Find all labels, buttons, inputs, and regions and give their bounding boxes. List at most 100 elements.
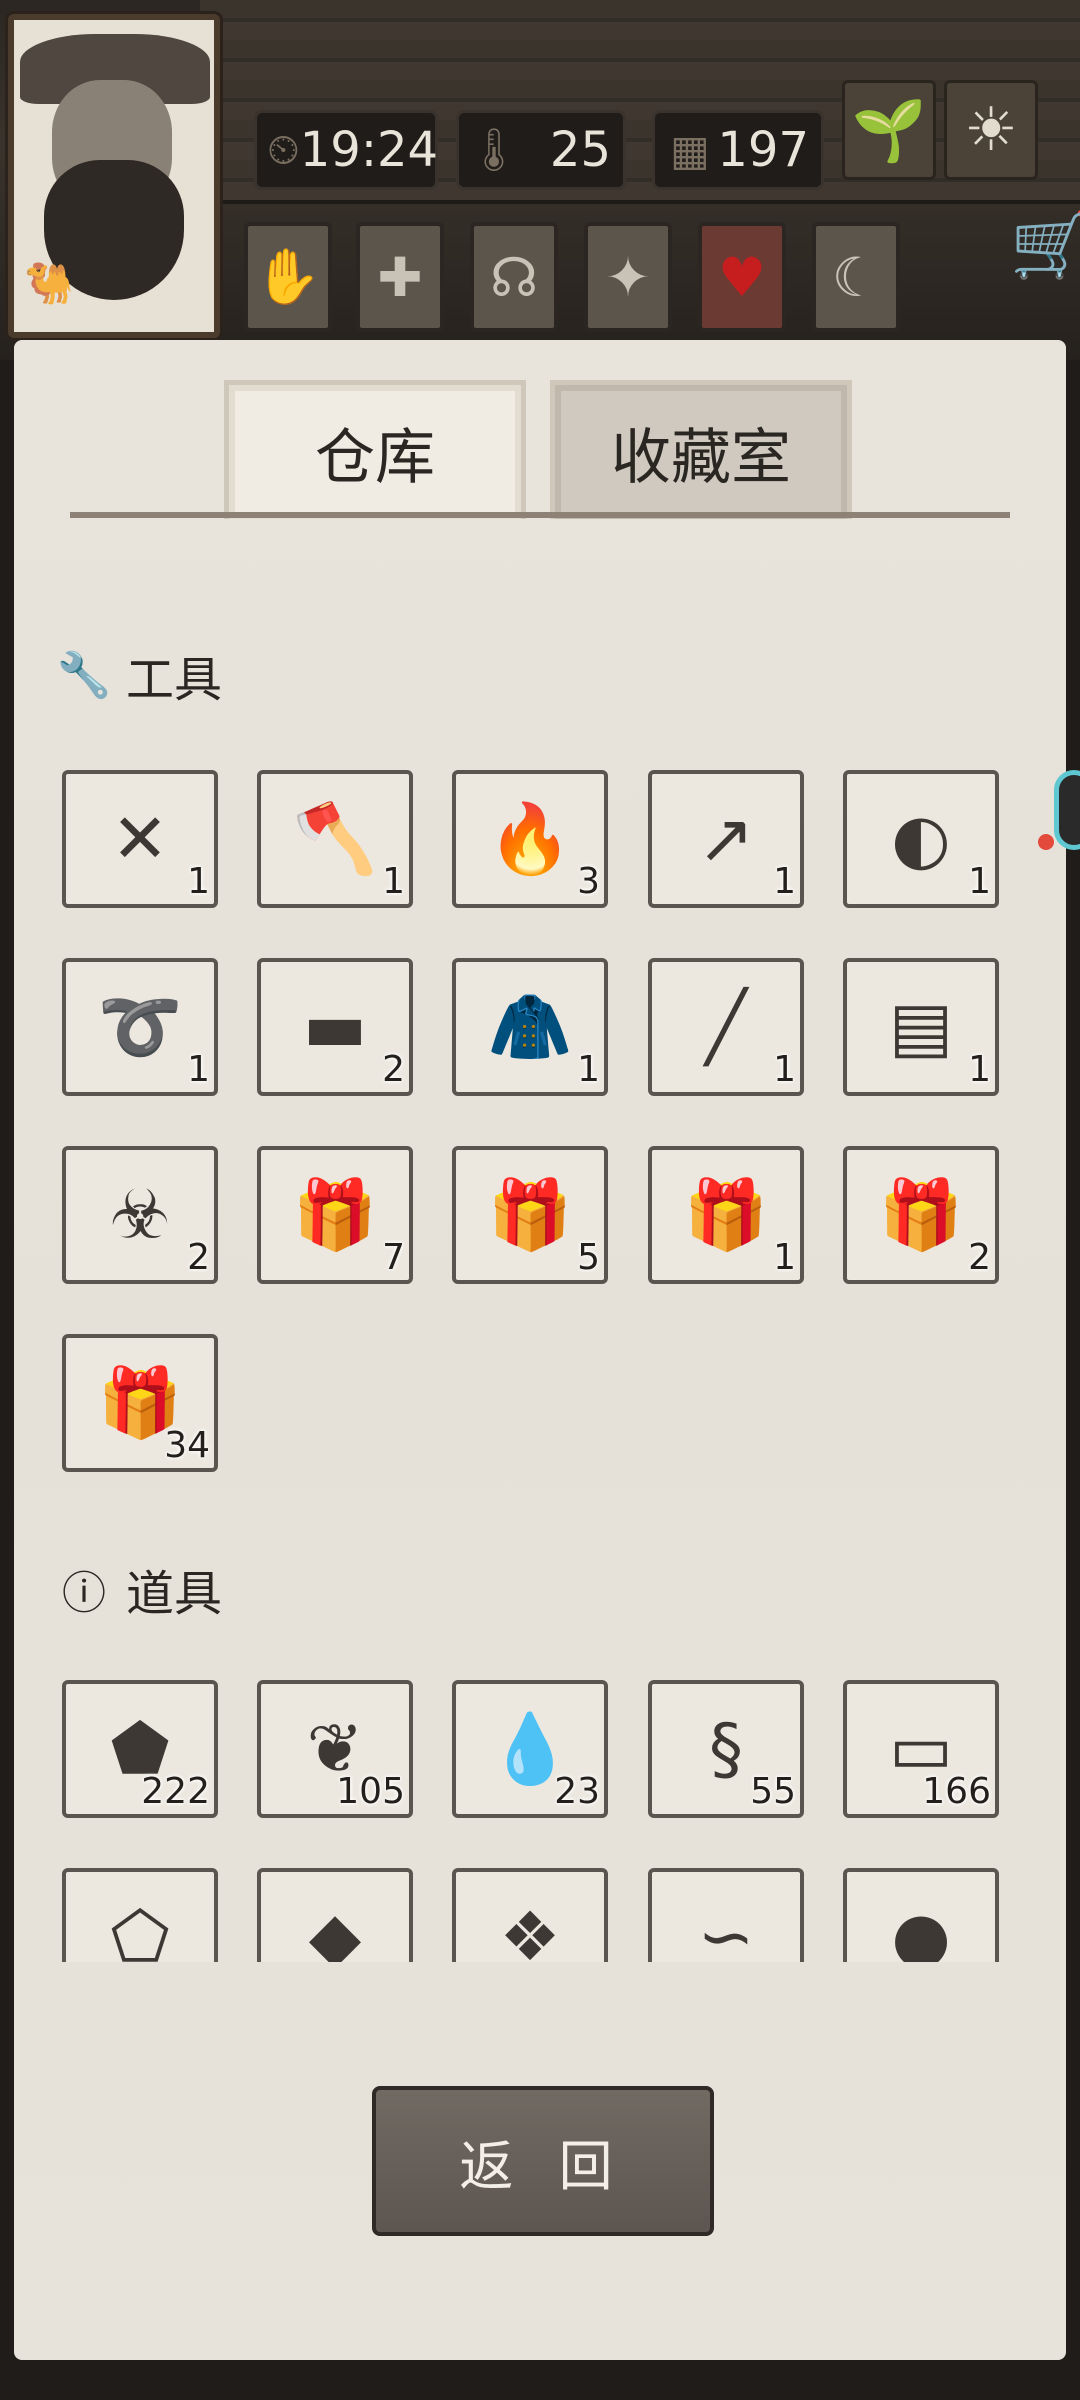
item-slot-fur-coat[interactable]: 🧥 1 <box>452 958 608 1096</box>
hazmat-suit-icon: ☣ <box>109 1175 171 1255</box>
item-count: 2 <box>968 1237 991 1278</box>
item-slot-wood-planks[interactable]: ▭ 166 <box>843 1680 999 1818</box>
item-count: 1 <box>968 861 991 902</box>
time-stat: ⏲ 19:24 <box>254 110 438 190</box>
weather-button[interactable]: ☀ <box>944 80 1038 180</box>
item-count: 7 <box>382 1237 405 1278</box>
item-slot-fur-skirt[interactable]: ▤ 1 <box>843 958 999 1096</box>
character-portrait[interactable]: 🐫 <box>8 14 220 338</box>
props-scroll-area[interactable]: ⬟ 222 ❦ 105 💧 23 § 55 ▭ 166 ⬠ ◆ ❖ ∽ ● <box>0 1660 1080 1962</box>
frying-pan-icon: ◐ <box>891 799 951 879</box>
item-slot-pipe-weapon[interactable]: ╱ 1 <box>648 958 804 1096</box>
flint-icon: ⬠ <box>110 1897 170 1963</box>
category-sleep-button[interactable]: ☾ <box>812 222 900 332</box>
item-count: 34 <box>164 1425 210 1466</box>
thermometer-icon: 🌡 <box>467 125 521 174</box>
item-slot-ore[interactable]: ◆ <box>257 1868 413 1962</box>
medical-giftbox-icon: 🎁 <box>487 1176 573 1255</box>
category-medical-button[interactable]: ✚ <box>356 222 444 332</box>
item-count: 1 <box>773 861 796 902</box>
item-slot-frying-pan[interactable]: ◐ 1 <box>843 770 999 908</box>
ore-icon: ◆ <box>308 1897 362 1963</box>
tab-warehouse[interactable]: 仓库 <box>224 380 526 519</box>
time-value: 19:24 <box>299 122 439 178</box>
clock-icon: ⏲ <box>267 125 300 174</box>
spear-icon: ↗ <box>697 799 755 879</box>
category-mind-button[interactable]: ✦ <box>584 222 672 332</box>
question-icon: ⓘ <box>62 1568 106 1619</box>
item-count: 55 <box>750 1771 796 1812</box>
props-section-header: ⓘ 道具 <box>58 1554 222 1624</box>
item-count: 2 <box>187 1237 210 1278</box>
item-count: 23 <box>554 1771 600 1812</box>
tab-collection-label: 收藏室 <box>611 422 791 493</box>
item-count: 5 <box>577 1237 600 1278</box>
torch-icon: 🔥 <box>487 800 573 879</box>
item-count: 2 <box>382 1049 405 1090</box>
item-count: 1 <box>773 1237 796 1278</box>
item-count: 3 <box>577 861 600 902</box>
item-slot-hide[interactable]: ❖ <box>452 1868 608 1962</box>
tools-section-header: 🔧 工具 <box>57 640 223 710</box>
item-count: 166 <box>922 1771 991 1812</box>
sprout-button[interactable]: 🌱 <box>842 80 936 180</box>
category-health-button[interactable]: ♥ <box>698 222 786 332</box>
item-slot-whip[interactable]: ➰ 1 <box>62 958 218 1096</box>
item-slot-worm[interactable]: ∽ <box>648 1868 804 1962</box>
item-slot-flint[interactable]: ⬠ <box>62 1868 218 1962</box>
item-slot-food-giftbox[interactable]: 🎁 7 <box>257 1146 413 1284</box>
tar-icon: ● <box>891 1897 951 1963</box>
tab-underline <box>70 512 1010 518</box>
item-slot-tool-giftbox[interactable]: 🎁 2 <box>843 1146 999 1284</box>
notification-dot <box>1038 834 1054 850</box>
day-value: 197 <box>717 122 809 178</box>
item-slot-drill[interactable]: ▬ 2 <box>257 958 413 1096</box>
heart-icon: ♥ <box>717 245 767 309</box>
item-slot-medical-giftbox[interactable]: 🎁 5 <box>452 1146 608 1284</box>
item-slot-tar[interactable]: ● <box>843 1868 999 1962</box>
shop-cart-icon[interactable]: 🛒 <box>1010 208 1080 283</box>
back-button-label: 返 回 <box>459 2134 627 2198</box>
item-slot-water-puddle[interactable]: 💧 23 <box>452 1680 608 1818</box>
category-bandage-button[interactable]: ✋ <box>244 222 332 332</box>
temperature-stat: 🌡 25 <box>456 110 626 190</box>
category-stomach-button[interactable]: ☊ <box>470 222 558 332</box>
fur-coat-icon: 🧥 <box>487 988 573 1067</box>
tool-giftbox-icon: 🎁 <box>878 1176 964 1255</box>
crossbow-icon: ✕ <box>111 799 169 879</box>
camel-icon: 🐫 <box>24 261 74 307</box>
stomach-icon: ☊ <box>490 245 538 309</box>
item-slot-vine[interactable]: § 55 <box>648 1680 804 1818</box>
item-count: 1 <box>187 861 210 902</box>
item-slot-stone[interactable]: ⬟ 222 <box>62 1680 218 1818</box>
tab-collection[interactable]: 收藏室 <box>550 380 852 519</box>
day-stat: ▦ 197 <box>652 110 824 190</box>
drill-icon: ▬ <box>302 987 368 1067</box>
back-button[interactable]: 返 回 <box>372 2086 714 2236</box>
item-slot-weapon-giftbox[interactable]: 🎁 1 <box>648 1146 804 1284</box>
weapon-giftbox-icon: 🎁 <box>683 1176 769 1255</box>
item-slot-hazmat-suit[interactable]: ☣ 2 <box>62 1146 218 1284</box>
food-giftbox-icon: 🎁 <box>292 1176 378 1255</box>
mind-icon: ✦ <box>605 245 651 309</box>
medical-cross-icon: ✚ <box>377 245 423 309</box>
floating-edge-button[interactable] <box>1054 770 1080 850</box>
pipe-weapon-icon: ╱ <box>705 987 747 1067</box>
item-slot-spear[interactable]: ↗ 1 <box>648 770 804 908</box>
item-slot-material-giftbox[interactable]: 🎁 34 <box>62 1334 218 1472</box>
item-count: 105 <box>336 1771 405 1812</box>
item-slot-crossbow[interactable]: ✕ 1 <box>62 770 218 908</box>
sprout-icon: 🌱 <box>851 95 927 166</box>
temperature-value: 25 <box>549 122 611 178</box>
item-slot-axe[interactable]: 🪓 1 <box>257 770 413 908</box>
item-slot-torch[interactable]: 🔥 3 <box>452 770 608 908</box>
props-section-title: 道具 <box>126 1566 223 1622</box>
item-slot-leaf[interactable]: ❦ 105 <box>257 1680 413 1818</box>
moon-star-icon: ☾ <box>831 245 881 309</box>
tab-warehouse-label: 仓库 <box>315 422 435 493</box>
item-count: 1 <box>577 1049 600 1090</box>
whip-icon: ➰ <box>97 988 183 1067</box>
tools-section-title: 工具 <box>126 652 223 708</box>
item-count: 1 <box>773 1049 796 1090</box>
hide-icon: ❖ <box>499 1897 561 1963</box>
